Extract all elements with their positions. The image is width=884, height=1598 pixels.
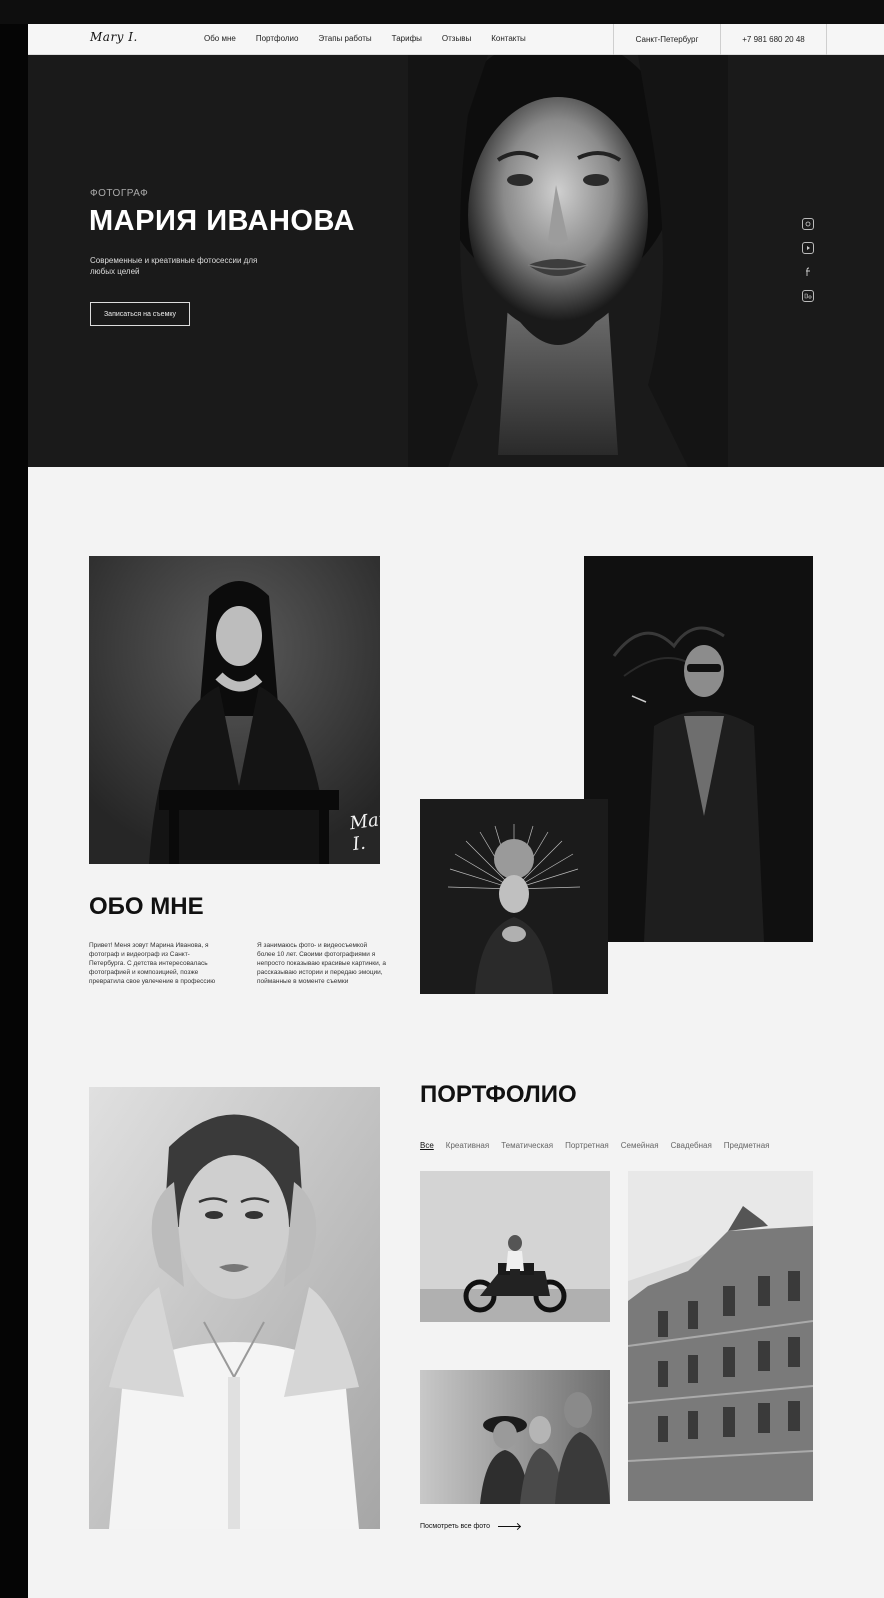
filter-product[interactable]: Предметная (724, 1141, 770, 1150)
portfolio-motorcycle-image[interactable] (420, 1171, 610, 1322)
filter-family[interactable]: Семейная (621, 1141, 659, 1150)
hero-eyebrow: ФОТОГРАФ (90, 188, 149, 199)
left-strip (0, 24, 28, 1598)
book-session-button[interactable]: Записаться на съемку (90, 302, 190, 326)
main-nav: Обо мне Портфолио Этапы работы Тарифы От… (204, 34, 546, 43)
hero-title: МАРИЯ ИВАНОВА (89, 205, 355, 237)
about-halo-portrait-image (420, 799, 608, 994)
see-all-label: Посмотреть все фото (420, 1523, 491, 1530)
hero-portrait-image (408, 55, 728, 467)
about-title: ОБО МНЕ (89, 893, 204, 920)
portfolio-architecture-image[interactable] (628, 1171, 813, 1501)
youtube-icon[interactable] (802, 242, 814, 254)
logo[interactable]: Mary I. (90, 30, 138, 44)
site-header: Mary I. Обо мне Портфолио Этапы работы Т… (28, 24, 884, 55)
about-smoke-portrait-image (584, 556, 813, 942)
filter-portrait[interactable]: Портретная (565, 1141, 609, 1150)
behance-icon[interactable] (802, 290, 814, 302)
facebook-icon[interactable] (802, 266, 814, 278)
portfolio-group-image[interactable] (420, 1370, 610, 1504)
portfolio-feature-image (89, 1087, 380, 1529)
nav-item-reviews[interactable]: Отзывы (442, 34, 471, 43)
about-text-2: Я занимаюсь фото- и видеосъемкой более 1… (257, 942, 386, 985)
nav-item-contacts[interactable]: Контакты (491, 34, 526, 43)
portfolio-filters: Все Креативная Тематическая Портретная С… (420, 1141, 769, 1150)
main-content: Mary I. ОБО МНЕ Привет! Меня зовут Марин… (28, 467, 884, 1598)
social-links (802, 218, 814, 302)
about-text-1: Привет! Меня зовут Марина Иванова, я фот… (89, 942, 216, 985)
instagram-icon[interactable] (802, 218, 814, 230)
signature-watermark: Mary I. (348, 806, 380, 856)
portfolio-title: ПОРТФОЛИО (420, 1081, 577, 1108)
top-strip (0, 0, 884, 24)
filter-all[interactable]: Все (420, 1141, 434, 1150)
filter-wedding[interactable]: Свадебная (671, 1141, 712, 1150)
nav-item-portfolio[interactable]: Портфолио (256, 34, 299, 43)
hero-subtitle: Современные и креативные фотосессии для … (90, 256, 258, 276)
nav-item-about[interactable]: Обо мне (204, 34, 236, 43)
city-selector[interactable]: Санкт-Петербург (613, 24, 720, 55)
arrow-right-icon (498, 1526, 521, 1527)
filter-thematic[interactable]: Тематическая (501, 1141, 553, 1150)
hero-section: ФОТОГРАФ МАРИЯ ИВАНОВА Современные и кре… (28, 55, 884, 467)
about-portrait-image: Mary I. (89, 556, 380, 864)
see-all-photos-link[interactable]: Посмотреть все фото (420, 1523, 521, 1530)
nav-item-stages[interactable]: Этапы работы (318, 34, 371, 43)
nav-item-pricing[interactable]: Тарифы (392, 34, 422, 43)
filter-creative[interactable]: Креативная (446, 1141, 489, 1150)
phone-link[interactable]: +7 981 680 20 48 (720, 24, 827, 55)
